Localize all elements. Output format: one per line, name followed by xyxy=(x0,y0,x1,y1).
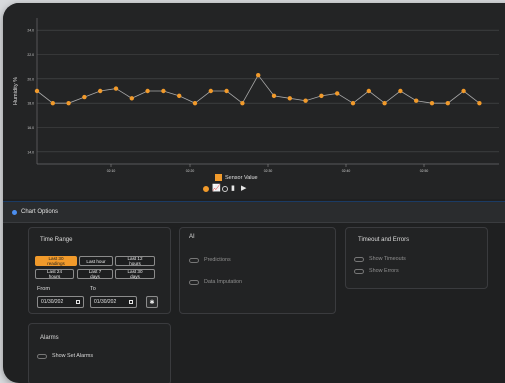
sensor-value-point[interactable] xyxy=(161,88,166,94)
time-range-button[interactable]: Last 30 readings xyxy=(35,256,77,266)
chart-view-toggle[interactable]: 📈 ▮ ▶ xyxy=(203,185,248,192)
sensor-value-point[interactable] xyxy=(271,93,277,99)
y-tick-label: 20.0 xyxy=(27,77,34,81)
sensor-value-point[interactable] xyxy=(256,72,261,78)
line-chart-icon: 📈 xyxy=(212,185,221,192)
sensor-value-point[interactable] xyxy=(129,96,134,101)
x-tick-label: 02:40 xyxy=(342,169,351,173)
y-tick-label: 14.0 xyxy=(27,150,34,154)
data-imputation-label: Data Imputation xyxy=(204,279,243,285)
sensor-value-point[interactable] xyxy=(287,96,292,101)
timeout-errors-title: Timeout and Errors xyxy=(358,237,410,243)
show-set-alarms-label: Show Set Alarms xyxy=(52,353,94,359)
time-range-button[interactable]: Last 12 hours xyxy=(115,256,155,266)
timeout-errors-panel: Timeout and Errors Show Timeouts Show Er… xyxy=(345,227,488,289)
sensor-value-point[interactable] xyxy=(113,86,119,91)
sensor-value-point[interactable] xyxy=(98,88,103,94)
sensor-value-point[interactable] xyxy=(34,88,40,94)
show-timeouts-toggle[interactable] xyxy=(354,256,364,262)
sensor-value-point[interactable] xyxy=(445,100,450,106)
sensor-value-point[interactable] xyxy=(66,100,71,106)
legend-label: Sensor Value xyxy=(225,174,258,181)
time-range-button[interactable]: Last 30 days xyxy=(115,269,155,279)
to-date-input[interactable]: 01/30/202 xyxy=(90,296,137,308)
show-timeouts-row[interactable]: Show Timeouts xyxy=(354,256,406,262)
legend-swatch xyxy=(215,174,222,181)
sensor-value-point[interactable] xyxy=(50,100,55,106)
to-date-value: 01/30/202 xyxy=(94,299,117,305)
sensor-value-point[interactable] xyxy=(240,100,245,106)
bar-chart-icon: ▮ xyxy=(231,185,235,192)
y-tick-label: 16.0 xyxy=(27,126,34,130)
apply-icon: ✱ xyxy=(149,299,155,306)
sensor-value-point[interactable] xyxy=(366,88,371,94)
predictions-row[interactable]: Predictions xyxy=(189,257,231,263)
chart-options-dot-icon xyxy=(12,209,17,215)
y-tick-label: 24.0 xyxy=(27,29,34,33)
app-window: 24.0 22.0 20.0 18.0 16.0 14.0 Humidity % 02:10 0… xyxy=(3,3,505,383)
humidity-chart: 24.0 22.0 20.0 18.0 16.0 14.0 Humidity % 02:10 0… xyxy=(13,18,499,173)
sensor-value-line xyxy=(36,74,480,104)
ai-panel: AI Predictions Data Imputation xyxy=(179,227,336,314)
chart-options-label: Chart Options xyxy=(21,209,59,215)
to-label: To xyxy=(90,286,96,292)
show-timeouts-label: Show Timeouts xyxy=(369,256,406,262)
predictions-toggle[interactable] xyxy=(189,257,199,263)
show-errors-toggle[interactable] xyxy=(354,268,364,274)
show-set-alarms-row[interactable]: Show Set Alarms xyxy=(37,353,93,359)
sensor-value-point[interactable] xyxy=(192,100,198,106)
sensor-value-point[interactable] xyxy=(224,88,229,94)
x-tick-label: 02:20 xyxy=(186,169,195,173)
data-imputation-toggle[interactable] xyxy=(189,279,199,285)
time-range-panel: Time Range Last 30 readings Last hour La… xyxy=(28,227,171,314)
sensor-value-point[interactable] xyxy=(208,88,213,94)
y-axis-title: Humidity % xyxy=(13,77,19,105)
from-date-value: 01/30/202 xyxy=(41,299,64,305)
x-tick-label: 02:30 xyxy=(264,169,273,173)
line-view-radio[interactable] xyxy=(203,186,209,192)
chart-area: 24.0 22.0 20.0 18.0 16.0 14.0 Humidity % 02:10 0… xyxy=(3,3,505,199)
show-errors-label: Show Errors xyxy=(369,268,399,274)
sensor-value-point[interactable] xyxy=(319,93,324,99)
sensor-value-point[interactable] xyxy=(398,88,403,94)
alarms-panel: Alarms Show Set Alarms xyxy=(28,323,171,383)
sensor-value-point[interactable] xyxy=(303,98,308,103)
ai-title: AI xyxy=(189,234,195,240)
sensor-value-point[interactable] xyxy=(82,94,87,100)
predictions-label: Predictions xyxy=(204,257,231,263)
x-tick-label: 02:10 xyxy=(107,169,116,173)
sensor-value-point[interactable] xyxy=(414,98,419,103)
time-range-title: Time Range xyxy=(40,237,73,243)
export-icon[interactable]: ▶ xyxy=(241,185,248,192)
chart-legend[interactable]: Sensor Value xyxy=(215,174,258,181)
x-tick-label: 02:50 xyxy=(420,169,429,173)
time-range-button[interactable]: Last hour xyxy=(79,256,113,266)
data-imputation-row[interactable]: Data Imputation xyxy=(189,279,242,285)
sensor-value-point[interactable] xyxy=(461,88,466,94)
calendar-icon xyxy=(76,300,80,304)
chart-options-bar[interactable]: Chart Options xyxy=(3,201,505,223)
sensor-value-point[interactable] xyxy=(177,93,182,99)
y-tick-label: 18.0 xyxy=(27,102,34,106)
bar-view-radio[interactable] xyxy=(222,186,228,192)
from-date-input[interactable]: 01/30/202 xyxy=(37,296,84,308)
sensor-value-point[interactable] xyxy=(382,100,387,106)
sensor-value-point[interactable] xyxy=(335,91,340,96)
time-range-button[interactable]: Last 7 days xyxy=(77,269,113,279)
sensor-value-point[interactable] xyxy=(350,100,356,106)
sensor-value-point[interactable] xyxy=(477,100,482,106)
alarms-title: Alarms xyxy=(40,335,59,341)
show-errors-row[interactable]: Show Errors xyxy=(354,268,399,274)
from-label: From xyxy=(37,286,51,292)
time-range-button[interactable]: Last 24 hours xyxy=(35,269,74,279)
show-set-alarms-toggle[interactable] xyxy=(37,353,47,359)
y-tick-label: 22.0 xyxy=(27,53,34,57)
apply-date-button[interactable]: ✱ xyxy=(146,296,158,308)
calendar-icon xyxy=(129,300,133,304)
sensor-value-point[interactable] xyxy=(429,100,435,106)
sensor-value-point[interactable] xyxy=(145,88,150,94)
